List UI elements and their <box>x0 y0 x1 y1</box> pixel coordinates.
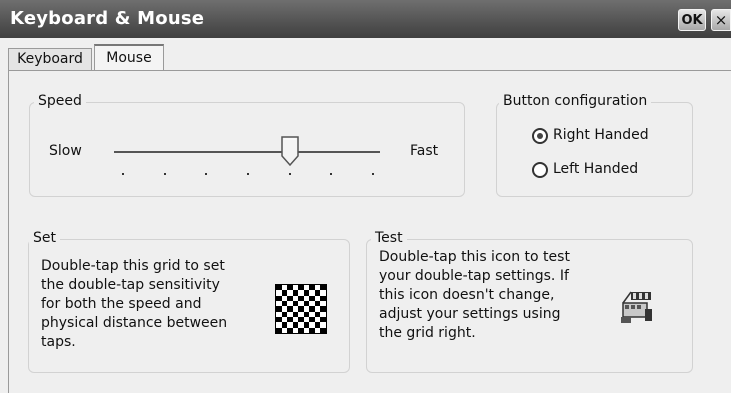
set-line: for both the speed and <box>41 296 202 312</box>
button-configuration-legend: Button configuration <box>499 93 652 109</box>
speed-slider-tick <box>330 173 333 175</box>
tab-mouse[interactable]: Mouse <box>94 44 164 73</box>
set-group: Set Double-tap this grid to set the doub… <box>28 230 350 373</box>
tab-keyboard[interactable]: Keyboard <box>8 48 92 71</box>
grid-cell <box>320 327 326 333</box>
right-handed-radio[interactable] <box>532 128 548 144</box>
mouse-tab-panel: Speed Slow Fast Button configuration Rig… <box>8 70 731 393</box>
set-description: Double-tap this grid to set the double-t… <box>41 257 271 352</box>
title-bar: Keyboard & Mouse OK × <box>0 0 731 38</box>
right-handed-label[interactable]: Right Handed <box>553 127 649 143</box>
double-tap-grid[interactable] <box>275 284 327 334</box>
test-line: adjust your settings using <box>379 306 561 322</box>
test-line: your double-tap settings. If <box>379 268 569 284</box>
left-handed-option[interactable]: Left Handed <box>532 160 682 180</box>
left-handed-radio[interactable] <box>532 162 548 178</box>
test-description: Double-tap this icon to test your double… <box>379 248 609 343</box>
test-legend: Test <box>371 230 407 246</box>
fast-label: Fast <box>410 143 439 159</box>
slow-label: Slow <box>49 143 82 159</box>
set-line: taps. <box>41 334 76 350</box>
tab-bar: Keyboard Mouse <box>0 44 731 73</box>
set-line: Double-tap this grid to set <box>41 258 225 274</box>
speed-slider-tick <box>372 173 374 175</box>
button-configuration-group: Button configuration Right Handed Left H… <box>496 93 693 197</box>
set-line: physical distance between <box>41 315 228 331</box>
ok-button[interactable]: OK <box>678 9 706 31</box>
test-line: this icon doesn't change, <box>379 287 555 303</box>
speed-legend: Speed <box>34 93 86 109</box>
window-title: Keyboard & Mouse <box>10 8 205 29</box>
speed-slider-tick <box>205 173 208 175</box>
test-line: the grid right. <box>379 325 476 341</box>
close-button[interactable]: × <box>711 9 731 31</box>
test-group: Test Double-tap this icon to test your d… <box>366 230 693 373</box>
clapper-icon[interactable] <box>620 286 654 328</box>
speed-slider-tick <box>163 173 166 175</box>
keyboard-mouse-window: Keyboard & Mouse OK × Keyboard Mouse Spe… <box>0 0 731 393</box>
speed-slider-tick <box>288 173 291 175</box>
speed-slider-track[interactable] <box>114 151 380 153</box>
speed-slider-tick <box>247 173 249 175</box>
set-line: the double-tap sensitivity <box>41 277 220 293</box>
speed-group: Speed Slow Fast <box>29 93 465 197</box>
speed-slider-tick <box>122 173 124 175</box>
set-legend: Set <box>29 230 60 246</box>
speed-slider-thumb[interactable] <box>280 136 299 166</box>
right-handed-option[interactable]: Right Handed <box>532 126 682 146</box>
test-line: Double-tap this icon to test <box>379 249 570 265</box>
left-handed-label[interactable]: Left Handed <box>553 161 638 177</box>
